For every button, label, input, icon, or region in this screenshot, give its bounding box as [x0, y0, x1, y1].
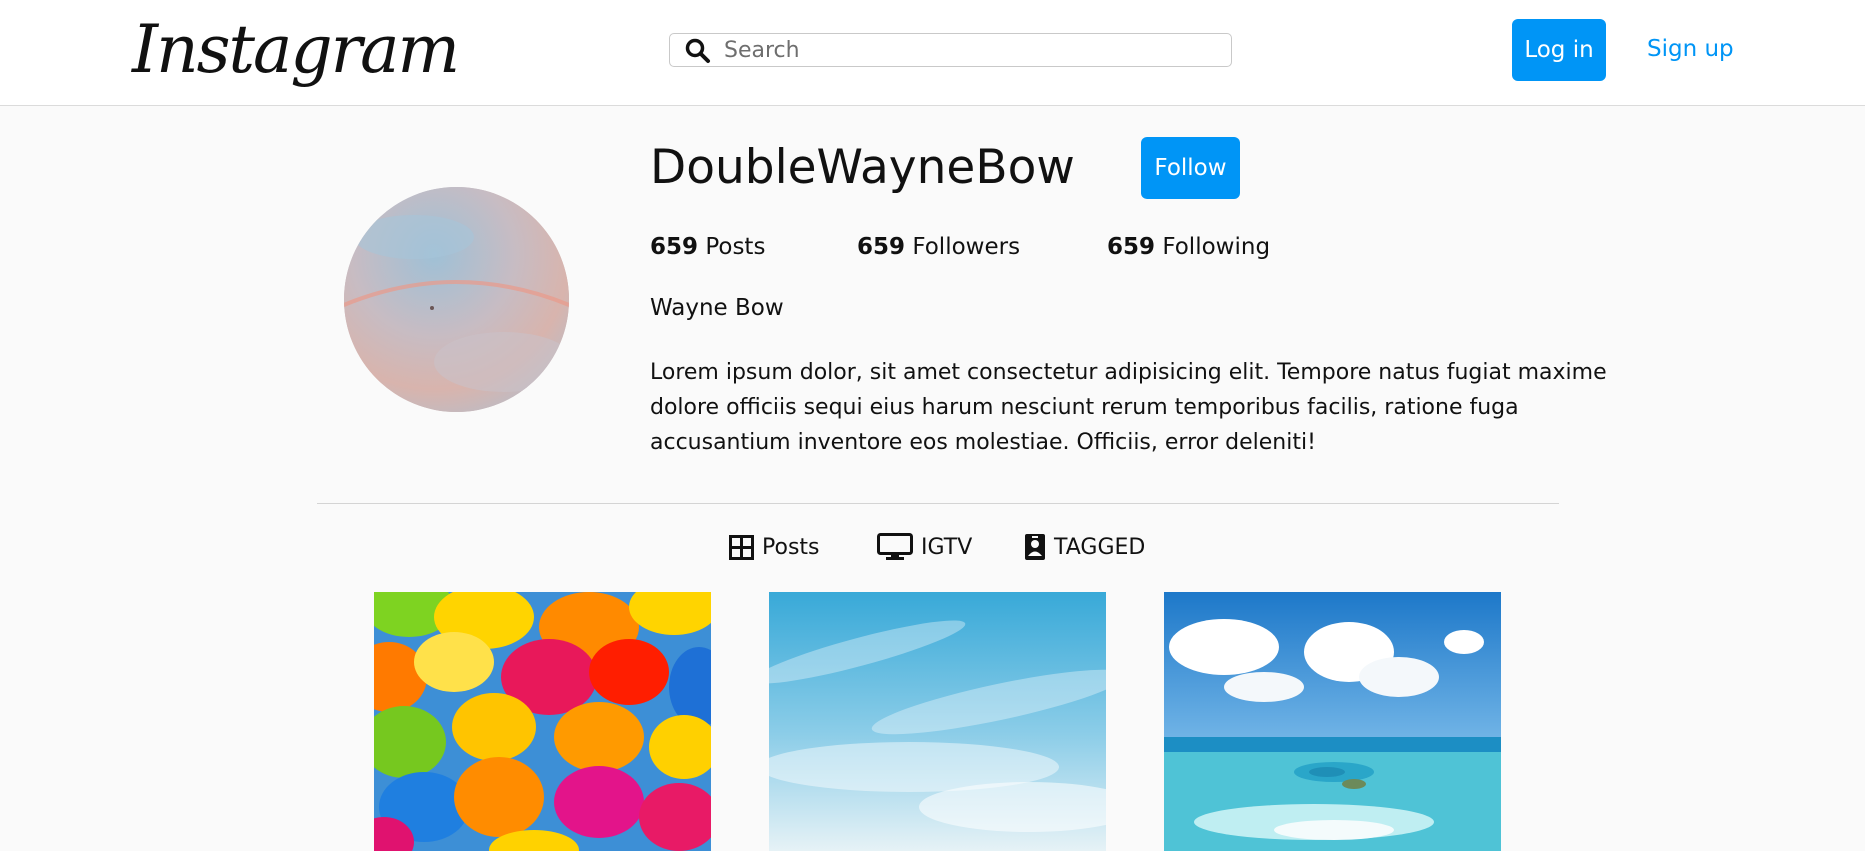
- profile-avatar: [344, 187, 569, 412]
- posts-stat-label: Posts: [705, 234, 766, 260]
- login-button[interactable]: Log in: [1512, 19, 1606, 81]
- tv-icon: [877, 533, 913, 560]
- profile-username: DoubleWayneBow: [650, 140, 1075, 195]
- top-navbar: Instagram Log in Sign up: [0, 0, 1865, 106]
- post-thumbnail-sky[interactable]: [769, 592, 1106, 851]
- post-thumbnail-island[interactable]: [1164, 592, 1501, 851]
- search-box[interactable]: [669, 33, 1232, 67]
- follow-button[interactable]: Follow: [1141, 137, 1240, 199]
- island-image: [1164, 592, 1501, 851]
- section-divider: [317, 503, 1559, 504]
- posts-stat[interactable]: 659 Posts: [650, 232, 765, 262]
- following-stat[interactable]: 659 Following: [1107, 232, 1270, 262]
- instagram-logo[interactable]: Instagram: [132, 4, 460, 96]
- umbrellas-image: [374, 592, 711, 851]
- following-count: 659: [1107, 234, 1156, 260]
- post-thumbnail-umbrellas[interactable]: [374, 592, 711, 851]
- profile-bio: Lorem ipsum dolor, sit amet consectetur …: [650, 360, 1607, 455]
- grid-icon: [729, 534, 754, 560]
- tab-tagged[interactable]: TAGGED: [1024, 530, 1145, 564]
- search-input[interactable]: [724, 35, 1214, 65]
- followers-stat-label: Followers: [912, 234, 1021, 260]
- tab-tagged-label: TAGGED: [1054, 534, 1146, 560]
- profile-full-name: Wayne Bow: [650, 295, 784, 321]
- followers-count: 659: [857, 234, 906, 260]
- sky-image: [769, 592, 1106, 851]
- followers-stat[interactable]: 659 Followers: [857, 232, 1020, 262]
- tab-posts[interactable]: Posts: [729, 530, 820, 564]
- posts-count: 659: [650, 234, 699, 260]
- tagged-icon: [1025, 534, 1045, 560]
- tab-igtv[interactable]: IGTV: [877, 530, 972, 564]
- avatar-image: [344, 187, 569, 412]
- tab-igtv-label: IGTV: [921, 534, 973, 560]
- search-icon: [685, 38, 710, 63]
- following-stat-label: Following: [1162, 234, 1271, 260]
- signup-link[interactable]: Sign up: [1647, 34, 1734, 64]
- tab-posts-label: Posts: [762, 534, 820, 560]
